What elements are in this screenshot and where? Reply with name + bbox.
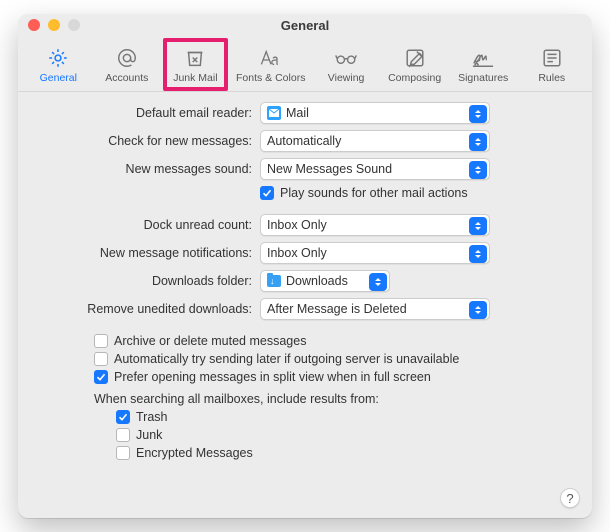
checkbox-archive-muted[interactable] <box>94 334 108 348</box>
label-split-view: Prefer opening messages in split view wh… <box>114 370 431 384</box>
tab-label: Rules <box>538 72 565 84</box>
select-check-messages[interactable]: Automatically <box>260 130 490 152</box>
tab-fonts-colors[interactable]: Fonts & Colors <box>232 38 310 91</box>
tab-accounts[interactable]: Accounts <box>95 38 160 91</box>
tab-label: Fonts & Colors <box>236 72 305 84</box>
checkbox-split-view[interactable] <box>94 370 108 384</box>
chevron-updown-icon <box>469 105 487 123</box>
select-default-reader[interactable]: Mail <box>260 102 490 124</box>
search-include-header: When searching all mailboxes, include re… <box>36 392 574 406</box>
glasses-icon <box>334 47 358 69</box>
tab-label: Viewing <box>328 72 365 84</box>
help-button[interactable]: ? <box>560 488 580 508</box>
preferences-window: General General Accounts Junk Mail <box>18 14 592 518</box>
tab-label: Junk Mail <box>173 72 217 84</box>
downloads-folder-icon <box>267 275 281 287</box>
tab-viewing[interactable]: Viewing <box>314 38 379 91</box>
select-value: Inbox Only <box>267 218 327 232</box>
checkbox-auto-retry[interactable] <box>94 352 108 366</box>
font-icon <box>259 47 283 69</box>
select-value: Downloads <box>286 274 348 288</box>
tab-junk-mail[interactable]: Junk Mail <box>163 38 228 91</box>
label-new-notifications: New message notifications: <box>36 246 260 260</box>
chevron-updown-icon <box>369 273 387 291</box>
compose-icon <box>403 47 427 69</box>
chevron-updown-icon <box>469 245 487 263</box>
label-remove-downloads: Remove unedited downloads: <box>36 302 260 316</box>
rules-icon <box>540 47 564 69</box>
tab-composing[interactable]: Composing <box>382 38 447 91</box>
preferences-toolbar: General Accounts Junk Mail Fonts & Color… <box>18 36 592 92</box>
at-icon <box>115 47 139 69</box>
select-new-sound[interactable]: New Messages Sound <box>260 158 490 180</box>
chevron-updown-icon <box>469 133 487 151</box>
tab-signatures[interactable]: Signatures <box>451 38 516 91</box>
tab-label: General <box>40 72 77 84</box>
select-value: New Messages Sound <box>267 162 392 176</box>
checkbox-junk[interactable] <box>116 428 130 442</box>
select-remove-downloads[interactable]: After Message is Deleted <box>260 298 490 320</box>
select-value: Inbox Only <box>267 246 327 260</box>
tab-rules[interactable]: Rules <box>519 38 584 91</box>
chevron-updown-icon <box>469 301 487 319</box>
label-encrypted: Encrypted Messages <box>136 446 253 460</box>
tab-label: Composing <box>388 72 441 84</box>
label-auto-retry: Automatically try sending later if outgo… <box>114 352 459 366</box>
help-label: ? <box>566 491 573 506</box>
label-downloads-folder: Downloads folder: <box>36 274 260 288</box>
titlebar: General <box>18 14 592 36</box>
checkbox-trash[interactable] <box>116 410 130 424</box>
select-value: Automatically <box>267 134 341 148</box>
select-new-notifications[interactable]: Inbox Only <box>260 242 490 264</box>
label-play-sounds: Play sounds for other mail actions <box>280 186 468 200</box>
tab-label: Accounts <box>105 72 148 84</box>
tab-label: Signatures <box>458 72 508 84</box>
window-title: General <box>18 18 592 33</box>
label-trash: Trash <box>136 410 168 424</box>
label-check-messages: Check for new messages: <box>36 134 260 148</box>
label-junk: Junk <box>136 428 162 442</box>
select-dock-unread[interactable]: Inbox Only <box>260 214 490 236</box>
label-new-sound: New messages sound: <box>36 162 260 176</box>
label-default-reader: Default email reader: <box>36 106 260 120</box>
gear-icon <box>46 47 70 69</box>
select-downloads-folder[interactable]: Downloads <box>260 270 390 292</box>
checkbox-encrypted[interactable] <box>116 446 130 460</box>
tab-general[interactable]: General <box>26 38 91 91</box>
chevron-updown-icon <box>469 217 487 235</box>
mail-app-icon <box>267 106 281 120</box>
checkbox-play-sounds[interactable] <box>260 186 274 200</box>
signature-icon <box>471 47 495 69</box>
junk-icon <box>183 47 207 69</box>
label-dock-unread: Dock unread count: <box>36 218 260 232</box>
general-pane: Default email reader: Mail Check for new… <box>18 92 592 476</box>
select-value: Mail <box>286 106 309 120</box>
chevron-updown-icon <box>469 161 487 179</box>
label-archive-muted: Archive or delete muted messages <box>114 334 306 348</box>
select-value: After Message is Deleted <box>267 302 407 316</box>
